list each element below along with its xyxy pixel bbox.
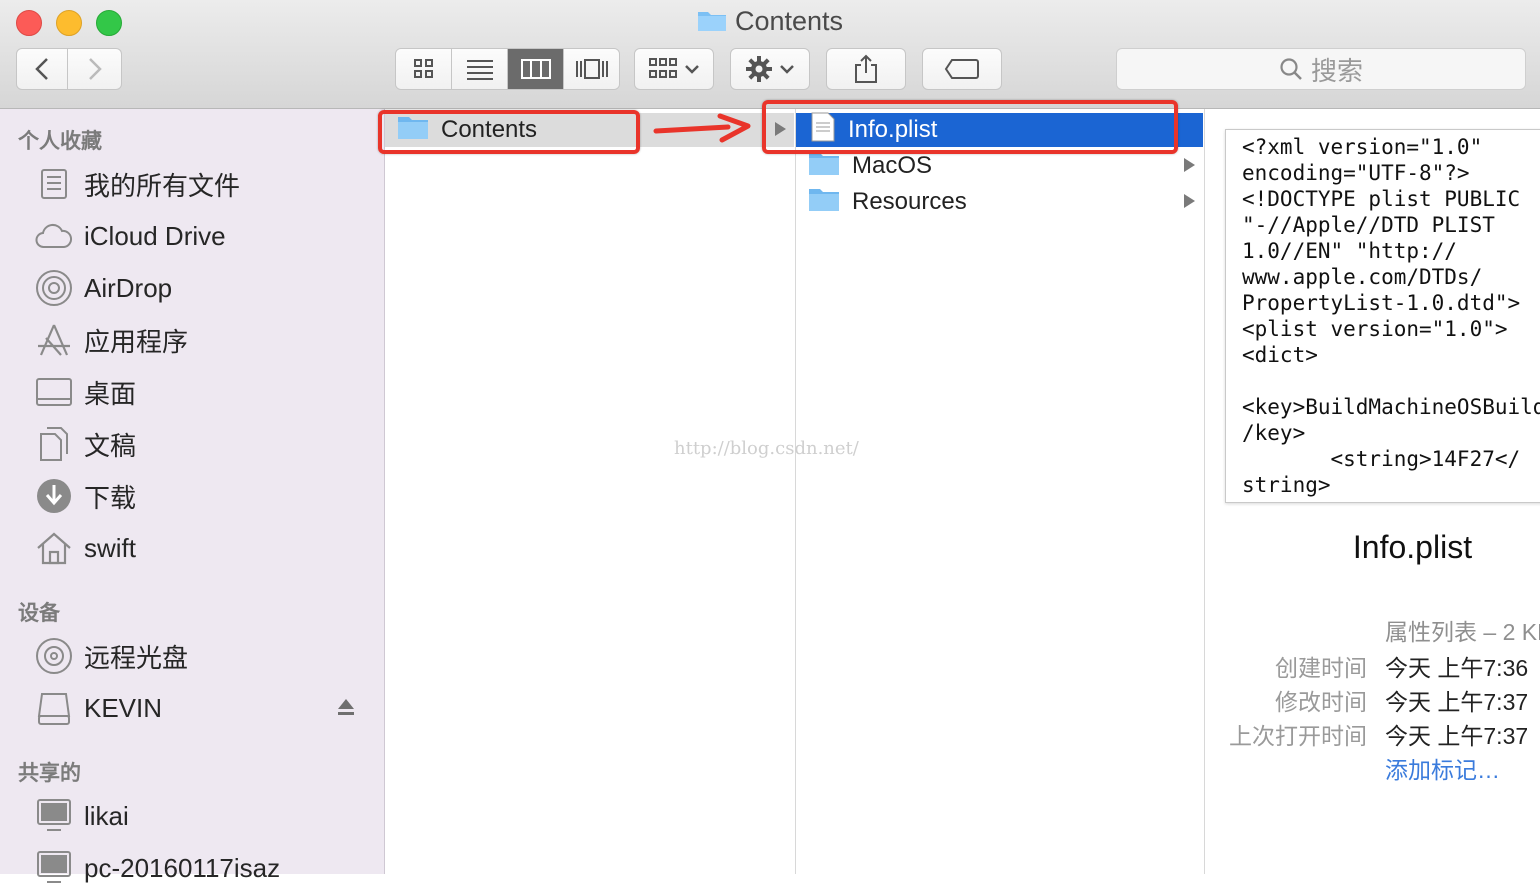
applications-icon — [34, 320, 74, 360]
back-button[interactable] — [16, 48, 68, 90]
chevron-right-icon — [88, 58, 102, 80]
computer-icon — [34, 848, 74, 888]
sidebar-item-label: 远程光盘 — [84, 642, 189, 673]
share-button[interactable] — [826, 48, 906, 90]
home-icon — [34, 528, 74, 568]
window-title-area: Contents — [0, 6, 1540, 39]
list-icon — [466, 60, 493, 80]
action-button[interactable] — [730, 48, 810, 90]
chevron-right-icon — [1184, 158, 1195, 172]
cover-flow-icon — [575, 59, 608, 79]
sidebar-item-applications[interactable]: 应用程序 — [34, 320, 188, 360]
grid-icon — [413, 59, 433, 78]
sidebar-item-downloads[interactable]: 下载 — [34, 476, 136, 516]
row-label: Resources — [852, 188, 967, 215]
sidebar-item-label: swift — [84, 532, 136, 563]
computer-icon — [34, 796, 74, 836]
column-row-macos[interactable]: MacOS — [796, 149, 1203, 183]
preview-kind: 属性列表 – 2 KB — [1385, 619, 1540, 645]
search-placeholder: 搜索 — [1310, 55, 1363, 86]
sidebar-item-label: likai — [84, 800, 129, 831]
sidebar-item-remote-disc[interactable]: 远程光盘 — [34, 636, 188, 676]
columns-icon — [520, 59, 551, 79]
view-mode-segmented — [395, 48, 620, 90]
file-preview-text: <?xml version="1.0" encoding="UTF-8"?> <… — [1242, 135, 1540, 497]
folder-icon — [697, 8, 727, 39]
sidebar-item-kevin[interactable]: KEVIN — [34, 688, 162, 728]
last-opened-label: 上次打开时间 — [1229, 723, 1367, 749]
documents-icon — [34, 424, 74, 464]
drive-icon — [34, 688, 74, 728]
sidebar-item-label: 桌面 — [84, 378, 137, 409]
sidebar-section-favorites: 个人收藏 — [18, 130, 102, 153]
annotation-box-info-plist — [762, 100, 1178, 154]
sidebar-item-label: 下载 — [84, 482, 137, 513]
sidebar-section-devices: 设备 — [18, 602, 60, 625]
column-browser-1: Contents — [385, 109, 796, 874]
file-preview-box: <?xml version="1.0" encoding="UTF-8"?> <… — [1225, 129, 1540, 503]
gear-icon — [746, 56, 772, 82]
modified-label: 修改时间 — [1275, 689, 1367, 715]
sidebar-item-label: pc-20160117isaz — [84, 852, 281, 883]
row-label: MacOS — [852, 152, 933, 179]
chevron-right-icon — [1184, 194, 1195, 208]
last-opened-value: 今天 上午7:37 — [1385, 723, 1529, 749]
sidebar-item-airdrop[interactable]: AirDrop — [34, 268, 172, 308]
sidebar-item-label: 我的所有文件 — [84, 170, 241, 201]
column-browser-2: Info.plist MacOS Resources — [796, 109, 1205, 874]
forward-button[interactable] — [68, 48, 122, 90]
sidebar-item-icloud-drive[interactable]: iCloud Drive — [34, 216, 226, 256]
desktop-icon — [34, 372, 74, 412]
sidebar-section-shared: 共享的 — [18, 762, 81, 785]
tag-icon — [944, 59, 979, 79]
edit-tags-button[interactable] — [922, 48, 1002, 90]
airdrop-icon — [34, 268, 74, 308]
preview-pane: <?xml version="1.0" encoding="UTF-8"?> <… — [1205, 109, 1540, 874]
search-field[interactable]: 搜索 — [1116, 48, 1526, 90]
folder-icon — [808, 150, 840, 183]
watermark-text: http://blog.csdn.net/ — [674, 438, 859, 459]
window-title: Contents — [734, 6, 844, 36]
arrange-icon — [649, 58, 677, 78]
chevron-left-icon — [35, 58, 48, 80]
add-tags-link[interactable]: 添加标记… — [1385, 751, 1500, 785]
created-label: 创建时间 — [1275, 655, 1367, 681]
column-view-button[interactable] — [508, 49, 564, 89]
sidebar: 个人收藏 我的所有文件 iCloud Drive AirDrop 应用程序 桌面… — [0, 109, 385, 883]
sidebar-item-likai[interactable]: likai — [34, 796, 129, 836]
list-view-button[interactable] — [452, 49, 508, 89]
sidebar-item-label: KEVIN — [84, 692, 163, 723]
sidebar-item-documents[interactable]: 文稿 — [34, 424, 136, 464]
sidebar-item-label: 文稿 — [84, 430, 137, 461]
cloud-icon — [34, 216, 74, 256]
annotation-box-contents — [378, 110, 640, 154]
search-icon — [1280, 58, 1302, 80]
eject-icon[interactable] — [336, 697, 356, 722]
sidebar-item-label: 应用程序 — [84, 326, 189, 357]
sidebar-item-swift[interactable]: swift — [34, 528, 136, 568]
created-value: 今天 上午7:36 — [1385, 655, 1529, 681]
sidebar-item-label: iCloud Drive — [84, 220, 226, 251]
arrange-button[interactable] — [634, 48, 714, 90]
icon-view-button[interactable] — [396, 49, 452, 89]
column-row-resources[interactable]: Resources — [796, 185, 1203, 219]
sidebar-item-label: AirDrop — [84, 272, 173, 303]
cover-flow-button[interactable] — [564, 49, 619, 89]
sidebar-item-all-my-files[interactable]: 我的所有文件 — [34, 164, 240, 204]
disc-icon — [34, 636, 74, 676]
all-files-icon — [34, 164, 74, 204]
chevron-down-icon — [780, 65, 794, 74]
title-bar: Contents 搜索 — [0, 0, 1540, 109]
sidebar-item-desktop[interactable]: 桌面 — [34, 372, 136, 412]
share-icon — [855, 54, 877, 83]
folder-icon — [808, 186, 840, 219]
downloads-icon — [34, 476, 74, 516]
modified-value: 今天 上午7:37 — [1385, 689, 1529, 715]
sidebar-item-pc[interactable]: pc-20160117isaz — [34, 848, 280, 888]
preview-filename: Info.plist — [1352, 529, 1473, 565]
annotation-arrow-icon — [653, 113, 751, 143]
chevron-down-icon — [685, 65, 699, 74]
